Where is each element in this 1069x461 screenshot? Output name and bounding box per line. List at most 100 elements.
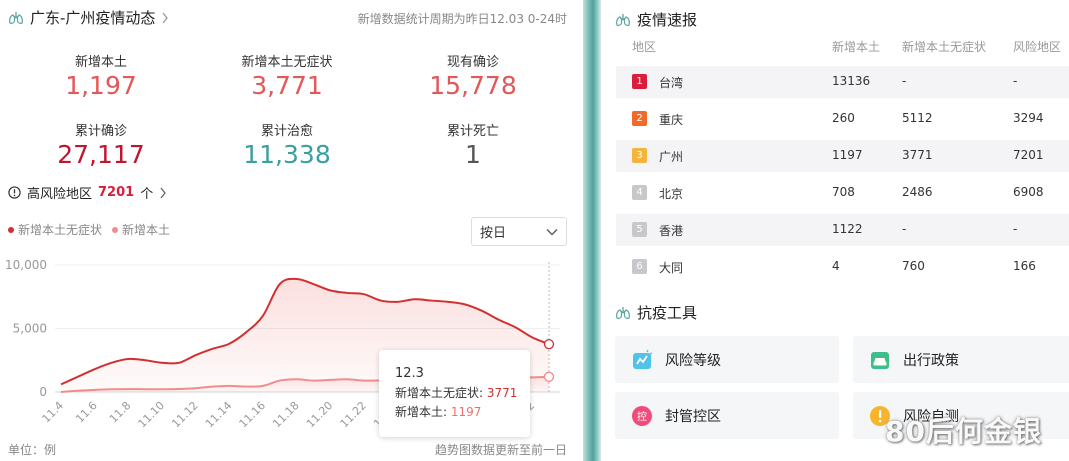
- lungs-icon: [616, 306, 630, 319]
- legend-dot: [8, 226, 14, 233]
- asymptomatic-cell: -: [902, 222, 907, 236]
- risk-cell: -: [1013, 74, 1018, 88]
- local-cell: 708: [832, 185, 855, 199]
- stat-label: 累计死亡: [446, 124, 499, 139]
- local-cell: 13136: [832, 74, 871, 88]
- x-tick-label: 11.14: [203, 399, 234, 430]
- rank-badge: 2: [632, 111, 647, 126]
- tool-travel-policy-button[interactable]: 出行政策: [853, 336, 1069, 383]
- y-tick-label: 0: [39, 385, 47, 399]
- section-title: 抗疫工具: [637, 304, 698, 322]
- region-cell: 香港: [659, 224, 684, 238]
- tool-label: 风险等级: [665, 352, 721, 369]
- stat-value: 15,778: [429, 71, 517, 100]
- legend-label: 新增本土: [122, 223, 171, 237]
- tooltip-label: 新增本土:: [395, 405, 448, 419]
- watermark: 80后何金银: [885, 415, 1042, 448]
- local-cell: 260: [832, 111, 855, 125]
- tool-control-zone-button[interactable]: 控 封管控区: [615, 392, 839, 439]
- column-header-risk: 风险地区: [1013, 40, 1062, 54]
- risk-cell: 166: [1013, 259, 1036, 273]
- rank-badge: 3: [632, 148, 647, 163]
- quick-report-header: 疫情速报: [615, 9, 697, 30]
- region-cell: 台湾: [659, 76, 684, 90]
- aggregation-select[interactable]: 按日: [471, 217, 567, 246]
- x-tick-label: 11.12: [169, 399, 200, 430]
- stat-value: 3,771: [251, 71, 323, 100]
- x-tick-label: 11.22: [338, 399, 369, 430]
- risk-cell: -: [1013, 222, 1018, 236]
- table-row[interactable]: 1 台湾 13136 - -: [616, 66, 1069, 98]
- chevron-down-icon: [546, 228, 558, 235]
- asymptomatic-cell: 3771: [902, 148, 933, 162]
- tooltip-value: 3771: [486, 386, 518, 400]
- outbreak-panel: 广东-广州疫情动态 新增数据统计周期为昨日12.03 0-24时 新增本土 1,…: [0, 0, 583, 461]
- rank-badge: 4: [632, 185, 647, 200]
- chevron-right-icon: [162, 12, 169, 23]
- panel-divider: [583, 0, 601, 461]
- x-tick-label: 11.8: [107, 399, 134, 426]
- lungs-icon: [9, 11, 23, 24]
- column-header-asymptomatic: 新增本土无症状: [902, 40, 987, 54]
- high-risk-areas-link[interactable]: 高风险地区 7201 个: [8, 183, 167, 202]
- risk-cell: 7201: [1013, 148, 1044, 162]
- update-note: 趋势图数据更新至前一日: [434, 443, 567, 457]
- stat-total-recovered: 累计治愈 11,338: [207, 120, 367, 170]
- rank-badge: 6: [632, 259, 647, 274]
- stat-value: 27,117: [57, 140, 145, 169]
- tooltip-row-local: 新增本土: 1197: [395, 403, 530, 422]
- stat-new-local: 新增本土 1,197: [21, 51, 181, 101]
- tool-risk-level-button[interactable]: 风险等级: [615, 336, 839, 383]
- table-row[interactable]: 6 大同 4 760 166: [616, 251, 1069, 283]
- asymptomatic-cell: 5112: [902, 111, 933, 125]
- region-cell: 重庆: [659, 113, 684, 127]
- table-row[interactable]: 5 香港 1122 - -: [616, 214, 1069, 246]
- tooltip-value: 1197: [450, 405, 482, 419]
- panel-header-link[interactable]: 广东-广州疫情动态: [8, 7, 169, 28]
- rank-badge: 1: [632, 74, 647, 89]
- asymptomatic-cell: -: [902, 74, 907, 88]
- tool-label: 封管控区: [665, 408, 721, 425]
- risk-cell: 6908: [1013, 185, 1044, 199]
- stat-label: 新增本土无症状: [241, 55, 333, 70]
- series-asymptomatic-point: [543, 338, 555, 350]
- svg-text:控: 控: [637, 410, 647, 423]
- x-tick-label: 11.10: [136, 399, 167, 430]
- table-row[interactable]: 4 北京 708 2486 6908: [616, 177, 1069, 209]
- risk-unit: 个: [140, 187, 154, 202]
- stat-label: 现有确诊: [446, 55, 499, 70]
- risk-label: 高风险地区: [27, 187, 93, 202]
- stat-total-confirmed: 累计确诊 27,117: [21, 120, 181, 170]
- stat-label: 累计确诊: [74, 124, 127, 139]
- panel-title: 广东-广州疫情动态: [30, 9, 156, 27]
- stat-label: 累计治愈: [260, 124, 313, 139]
- x-tick-label: 11.20: [304, 399, 335, 430]
- stat-label: 新增本土: [74, 55, 127, 70]
- legend-item-asymptomatic[interactable]: 新增本土无症状: [8, 221, 102, 238]
- table-row[interactable]: 2 重庆 260 5112 3294: [616, 103, 1069, 135]
- asymptomatic-cell: 2486: [902, 185, 933, 199]
- region-cell: 北京: [659, 187, 684, 201]
- x-tick-label: 11.4: [40, 399, 67, 426]
- asymptomatic-cell: 760: [902, 259, 925, 273]
- table-row[interactable]: 3 广州 1197 3771 7201: [616, 140, 1069, 172]
- chart-tooltip: 12.3 新增本土无症状: 3771 新增本土: 1197: [379, 350, 530, 437]
- tooltip-date: 12.3: [395, 366, 424, 381]
- legend-item-local[interactable]: 新增本土: [112, 221, 170, 238]
- car-icon: [871, 351, 889, 369]
- stat-new-asymptomatic: 新增本土无症状 3,771: [207, 51, 367, 101]
- risk-count: 7201: [98, 185, 135, 200]
- period-note: 新增数据统计周期为昨日12.03 0-24时: [357, 12, 567, 26]
- stat-current-confirmed: 现有确诊 15,778: [393, 51, 553, 101]
- chevron-right-icon: [160, 187, 167, 198]
- legend-dot: [112, 226, 119, 233]
- unit-note: 单位：例: [8, 443, 57, 457]
- lungs-icon: [616, 13, 630, 26]
- chart-legend: 新增本土无症状 新增本土: [8, 221, 170, 238]
- tooltip-label: 新增本土无症状:: [395, 386, 484, 400]
- tool-label: 出行政策: [903, 352, 959, 369]
- quick-report-panel: 疫情速报 地区 新增本土 新增本土无症状 风险地区 1 台湾 13136- -2 重庆 2…: [601, 0, 1069, 461]
- local-cell: 4: [832, 259, 840, 273]
- x-tick-label: 11.16: [237, 399, 268, 430]
- column-header-region: 地区: [632, 40, 657, 54]
